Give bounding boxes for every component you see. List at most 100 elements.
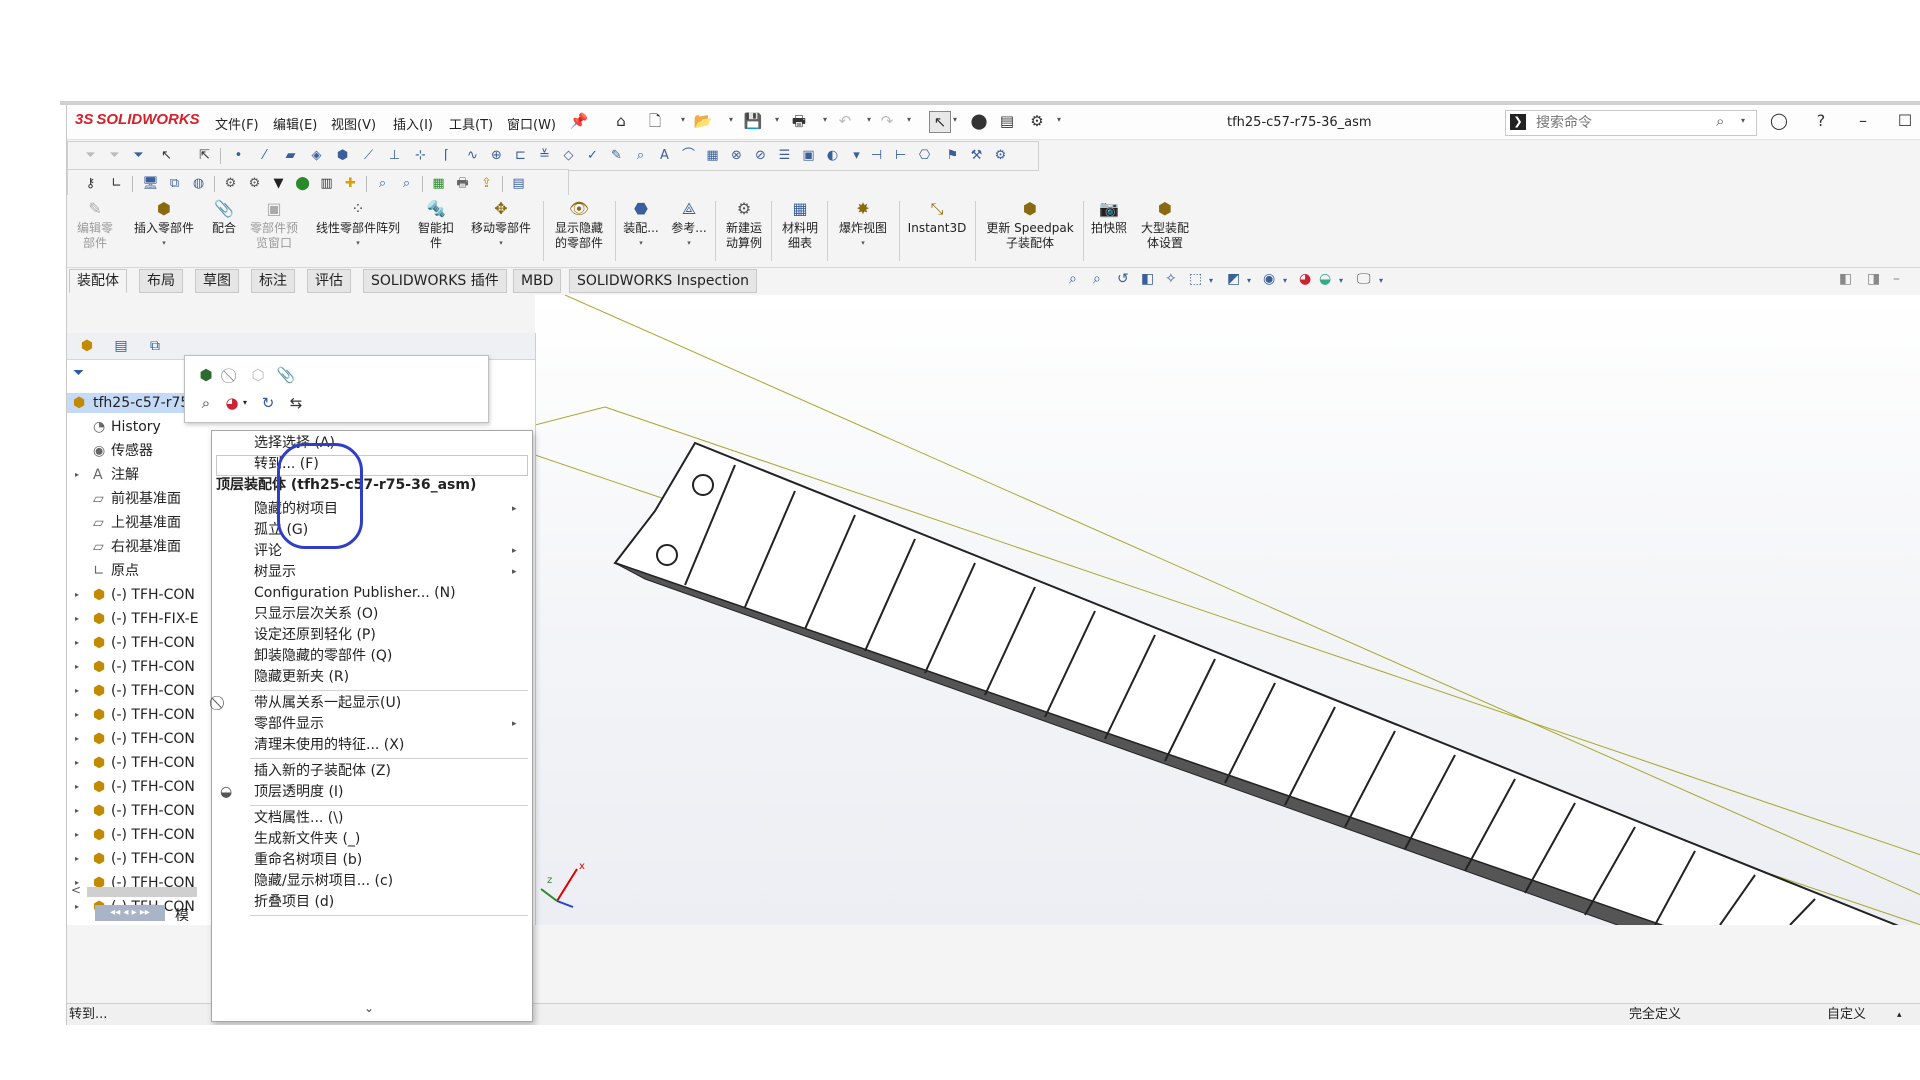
chevron-down-icon[interactable]: ▾ — [953, 115, 957, 124]
pin-icon[interactable]: 📌 — [569, 111, 589, 131]
chevron-down-icon[interactable]: ▾ — [307, 236, 409, 251]
table-icon[interactable]: ▦ — [704, 147, 721, 164]
tab-inspection[interactable]: SOLIDWORKS Inspection — [569, 269, 758, 293]
search-box[interactable]: ❯ ⌕ ▾ — [1505, 110, 1757, 136]
tree-item[interactable]: ▸ ⬢ (-) TFH-CON — [67, 849, 207, 869]
image-icon[interactable]: ▣ — [800, 147, 817, 164]
chevron-down-icon[interactable]: ▾ — [1339, 276, 1343, 285]
hide-icon[interactable]: ⃠ — [221, 364, 243, 386]
menu-item[interactable]: 折叠项目 (d) — [212, 892, 532, 913]
expand-arrow-icon[interactable]: ▸ — [75, 729, 79, 749]
filter-edges-icon[interactable]: ⏷ — [106, 147, 123, 164]
tree-item[interactable]: ▸ ⬢ (-) TFH-CON — [67, 705, 207, 725]
tile-left-icon[interactable]: ◧ — [1839, 271, 1852, 287]
replace-icon[interactable]: ⇆ — [285, 392, 307, 414]
tree-item[interactable]: ▸ ⬢ (-) TFH-CON — [67, 753, 207, 773]
component-preview-button[interactable]: ▣ 零部件预 览窗口 — [243, 199, 305, 251]
tree-item[interactable]: ▸ ⬢ (-) TFH-CON — [67, 801, 207, 821]
chevron-down-icon[interactable]: ▾ — [1283, 276, 1287, 285]
tab-assembly[interactable]: 装配体 — [69, 269, 127, 293]
menu-item[interactable]: 插入新的子装配体 (Z) — [212, 761, 532, 782]
chevron-down-icon[interactable]: ▾ — [729, 115, 733, 124]
tab-layout[interactable]: 布局 — [139, 269, 183, 293]
dimension-icon[interactable]: ⊏ — [512, 147, 529, 164]
distribute-icon[interactable]: ⊢ — [892, 147, 909, 164]
instant3d-button[interactable]: ⤡ Instant3D — [903, 199, 971, 236]
maximize-icon[interactable]: ☐ — [1895, 111, 1915, 130]
view-orientation-icon[interactable]: ⬚ — [1189, 271, 1202, 287]
expand-arrow-icon[interactable]: ▸ — [75, 705, 79, 725]
feature-manager-tab-icon[interactable]: ⬢ — [73, 335, 101, 357]
chevron-down-icon[interactable]: ▾ — [1741, 116, 1745, 125]
display-style-icon[interactable]: ◩ — [1227, 271, 1240, 287]
point-icon[interactable]: • — [230, 147, 247, 164]
menu-item[interactable]: 设定还原到轻化 (P) — [212, 625, 532, 646]
cross-icon[interactable]: ✚ — [342, 175, 359, 192]
expand-arrow-icon[interactable]: ▸ — [75, 465, 79, 485]
previous-view-icon[interactable]: ↺ — [1117, 271, 1129, 287]
chevron-down-icon[interactable]: ▾ — [823, 115, 827, 124]
chevron-down-icon[interactable]: ▾ — [619, 236, 663, 251]
speedpak-button[interactable]: ⬢ 更新 Speedpak 子装配体 — [979, 199, 1081, 251]
configuration-manager-tab-icon[interactable]: ⧉ — [141, 335, 169, 357]
dynamic-annotation-icon[interactable]: ✧ — [1165, 271, 1177, 287]
new-motion-study-button[interactable]: ⚙ 新建运 动算例 — [719, 199, 769, 251]
options-icon[interactable]: ⚙ — [992, 147, 1009, 164]
large-assembly-settings-button[interactable]: ⬢ 大型装配 体设置 — [1133, 199, 1197, 251]
tree-item[interactable]: ▱ 上视基准面 — [67, 513, 207, 533]
menu-item[interactable]: 卸装隐藏的零部件 (Q) — [212, 646, 532, 667]
flag-icon[interactable]: ⚑ — [944, 147, 961, 164]
solidworks-logo[interactable]: 3S SOLIDWORKS — [75, 111, 200, 128]
property-manager-tab-icon[interactable]: ▤ — [107, 335, 135, 357]
expand-arrow-icon[interactable]: ▸ — [75, 897, 79, 917]
file-properties-icon[interactable]: ▤ — [997, 111, 1017, 131]
menu-edit[interactable]: 编辑(E) — [273, 114, 317, 133]
print-icon[interactable]: 🖶 — [789, 111, 809, 131]
curve-icon[interactable]: ∿ — [464, 147, 481, 164]
zoom-to-fit-icon[interactable]: ⌕ — [1069, 271, 1077, 287]
rebuild-traffic-light-icon[interactable]: ⬤ — [969, 111, 989, 131]
mate-button[interactable]: 📎 配合 — [207, 199, 241, 236]
chevron-down-icon[interactable]: ▾ — [681, 115, 685, 124]
arc-icon[interactable]: ⌒ — [680, 147, 697, 164]
edit-assembly-icon[interactable]: ⬢ — [195, 364, 217, 386]
menu-item[interactable]: 生成新文件夹 (_) — [212, 829, 532, 850]
note-icon[interactable]: ✎ — [608, 147, 625, 164]
reference-geometry-button[interactable]: ⟁ 参考... ▾ — [667, 199, 711, 251]
zoom-select-icon[interactable]: ⌕ — [632, 147, 649, 164]
chevron-down-icon[interactable]: ▾ — [848, 147, 865, 164]
tree-item[interactable]: ▱ 右视基准面 — [67, 537, 207, 557]
tree-item[interactable]: ▸ ⬢ (-) TFH-CON — [67, 681, 207, 701]
bom-button[interactable]: ▦ 材料明 细表 — [775, 199, 825, 251]
network-icon[interactable]: ⧉ — [166, 175, 183, 192]
body-icon[interactable]: ⬢ — [334, 147, 351, 164]
chevron-down-icon[interactable]: ▾ — [123, 236, 205, 251]
expand-arrow-icon[interactable]: ▸ — [75, 585, 79, 605]
globe-icon[interactable]: ◍ — [190, 175, 207, 192]
layer-icon[interactable]: ☰ — [776, 147, 793, 164]
menu-item[interactable]: ⃠带从属关系一起显示(U) — [212, 693, 532, 714]
graphics-viewport[interactable] — [535, 295, 1920, 925]
face-icon[interactable]: ▰ — [282, 147, 299, 164]
chevron-up-icon[interactable]: ▴ — [1897, 1004, 1902, 1025]
vertex-icon[interactable]: ⊹ — [412, 147, 429, 164]
menu-tools[interactable]: 工具(T) — [449, 114, 493, 133]
menu-window[interactable]: 窗口(W) — [507, 114, 556, 133]
filter-faces-icon[interactable]: ⏷ — [130, 147, 147, 164]
menu-item[interactable]: 清理未使用的特征... (X) — [212, 735, 532, 756]
center-mark-icon[interactable]: ⊕ — [488, 147, 505, 164]
scroll-left-icon[interactable]: < — [71, 883, 81, 897]
menu-item[interactable]: 隐藏/显示树项目... (c) — [212, 871, 532, 892]
new-document-icon[interactable]: 🗋 — [645, 111, 665, 131]
expand-arrow-icon[interactable]: ▸ — [75, 753, 79, 773]
location-icon[interactable]: ⬤ — [294, 175, 311, 192]
minimize-doc-icon[interactable]: – — [1893, 271, 1900, 287]
gears-icon[interactable]: ⚙ — [246, 175, 263, 192]
show-hidden-components-button[interactable]: 👁 显示隐藏 的零部件 — [547, 199, 611, 251]
section-view-icon[interactable]: ◧ — [1141, 271, 1154, 287]
report-icon[interactable]: ▤ — [510, 175, 527, 192]
menu-item[interactable]: 评论 ▸ — [212, 541, 532, 562]
expand-arrow-icon[interactable]: ▸ — [75, 609, 79, 629]
exploded-view-button[interactable]: ✸ 爆炸视图 ▾ — [831, 199, 895, 251]
tree-item[interactable]: ▸ ⬢ (-) TFH-CON — [67, 585, 207, 605]
